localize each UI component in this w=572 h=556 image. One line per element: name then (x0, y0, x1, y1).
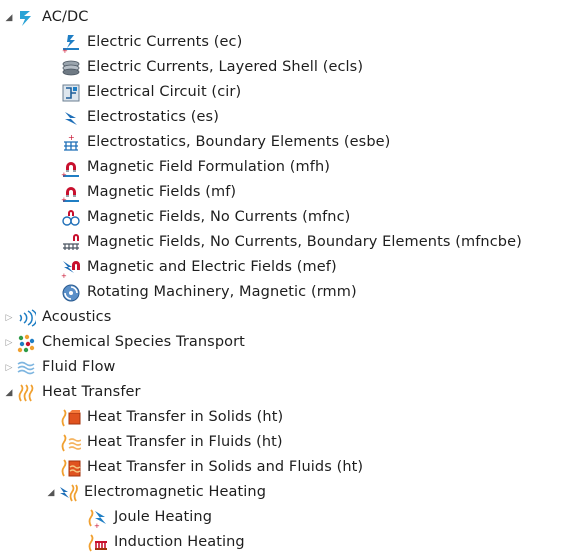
tree-node-ht-fluids[interactable]: Heat Transfer in Fluids (ht) (61, 430, 283, 455)
collapsed-toggle-icon[interactable]: ▷ (4, 313, 14, 323)
electric-currents-icon: + (62, 34, 79, 53)
tree-node-label: Magnetic Fields, No Currents, Boundary E… (87, 234, 522, 250)
physics-tree: ◢ AC/DC + Electric Currents (ec) Electri… (0, 0, 572, 556)
tree-node-label: Magnetic Field Formulation (mfh) (87, 159, 331, 175)
tree-node-label: Electrostatics (es) (87, 109, 219, 125)
magnet-boundary-icon (63, 233, 79, 250)
induction-heating-icon (88, 533, 107, 551)
tree-node-label: Heat Transfer (42, 384, 141, 400)
collapsed-toggle-icon[interactable]: ▷ (4, 338, 14, 348)
tree-node-ht-solids-fluids[interactable]: Heat Transfer in Solids and Fluids (ht) (61, 455, 363, 480)
tree-node-ec[interactable]: + Electric Currents (ec) (61, 30, 242, 55)
tree-node-label: Fluid Flow (42, 359, 116, 375)
fluid-flow-icon (17, 361, 35, 374)
tree-node-label: Magnetic and Electric Fields (mef) (87, 259, 337, 275)
svg-text:+: + (94, 522, 100, 528)
tree-node-chem[interactable]: ▷ Chemical Species Transport (4, 330, 245, 355)
tree-node-em-heating[interactable]: ◢ Electromagnetic Heating (46, 480, 266, 505)
svg-text:+: + (62, 47, 68, 53)
joule-heating-icon: + (88, 508, 106, 528)
acoustics-icon (19, 308, 36, 327)
tree-node-label: AC/DC (42, 9, 89, 25)
tree-node-label: Magnetic Fields (mf) (87, 184, 237, 200)
svg-text:+: + (61, 196, 67, 203)
tree-node-fluid[interactable]: ▷ Fluid Flow (4, 355, 116, 380)
circuit-icon (62, 84, 80, 101)
tree-node-joule[interactable]: + Joule Heating (88, 505, 212, 530)
tree-node-label: Electric Currents (ec) (87, 34, 243, 50)
tree-node-heat[interactable]: ◢ Heat Transfer (4, 380, 141, 405)
collapsed-toggle-icon[interactable]: ▷ (4, 363, 14, 373)
magnet-icon: + (61, 161, 79, 178)
tree-node-es[interactable]: Electrostatics (es) (61, 105, 219, 130)
tree-node-label: Electromagnetic Heating (84, 484, 267, 500)
tree-node-rmm[interactable]: Rotating Machinery, Magnetic (rmm) (61, 280, 357, 305)
tree-node-label: Heat Transfer in Solids and Fluids (ht) (87, 459, 364, 475)
electrostatics-icon (65, 111, 77, 125)
heat-fluid-icon (61, 433, 81, 451)
no-currents-icon (62, 209, 80, 226)
tree-node-mfnc[interactable]: Magnetic Fields, No Currents (mfnc) (61, 205, 350, 230)
tree-node-label: Electrical Circuit (cir) (87, 84, 242, 100)
tree-node-ecls[interactable]: Electric Currents, Layered Shell (ecls) (61, 55, 363, 80)
tree-node-label: Induction Heating (114, 534, 245, 550)
tree-node-label: Rotating Machinery, Magnetic (rmm) (87, 284, 357, 300)
tree-node-label: Heat Transfer in Solids (ht) (87, 409, 284, 425)
expanded-toggle-icon[interactable]: ◢ (4, 13, 14, 23)
expanded-toggle-icon[interactable]: ◢ (46, 488, 56, 498)
tree-node-label: Joule Heating (114, 509, 213, 525)
heat-solid-icon (61, 408, 81, 426)
layered-shell-icon (62, 60, 80, 75)
tree-node-esbe[interactable]: + Electrostatics, Boundary Elements (esb… (61, 130, 390, 155)
electromagnetic-heating-icon (60, 483, 78, 501)
tree-node-label: Electric Currents, Layered Shell (ecls) (87, 59, 364, 75)
tree-node-label: Chemical Species Transport (42, 334, 245, 350)
heat-transfer-icon (18, 383, 34, 401)
svg-text:+: + (61, 171, 67, 178)
tree-node-label: Heat Transfer in Fluids (ht) (87, 434, 283, 450)
tree-node-label: Acoustics (42, 309, 112, 325)
tree-node-acoustics[interactable]: ▷ Acoustics (4, 305, 111, 330)
tree-node-cir[interactable]: Electrical Circuit (cir) (61, 80, 241, 105)
tree-node-induction[interactable]: Induction Heating (88, 530, 245, 555)
rotating-machinery-icon (62, 284, 80, 301)
heat-solid-fluid-icon (61, 458, 81, 476)
tree-node-mf[interactable]: + Magnetic Fields (mf) (61, 180, 236, 205)
expanded-toggle-icon[interactable]: ◢ (4, 388, 14, 398)
tree-node-mef[interactable]: + Magnetic and Electric Fields (mef) (61, 255, 337, 280)
tree-node-label: Magnetic Fields, No Currents (mfnc) (87, 209, 351, 225)
tree-node-label: Electrostatics, Boundary Elements (esbe) (87, 134, 391, 150)
tree-node-acdc[interactable]: ◢ AC/DC (4, 5, 88, 30)
tree-node-mfncbe[interactable]: Magnetic Fields, No Currents, Boundary E… (61, 230, 522, 255)
acdc-lightning-icon (20, 10, 31, 26)
magnetic-electric-icon: + (61, 260, 80, 278)
svg-text:+: + (68, 133, 75, 142)
svg-text:+: + (61, 272, 67, 278)
magnet-icon: + (61, 186, 79, 203)
chemical-species-icon (17, 334, 35, 352)
tree-node-mfh[interactable]: + Magnetic Field Formulation (mfh) (61, 155, 330, 180)
tree-node-ht-solids[interactable]: Heat Transfer in Solids (ht) (61, 405, 283, 430)
boundary-elements-icon: + (64, 133, 78, 151)
